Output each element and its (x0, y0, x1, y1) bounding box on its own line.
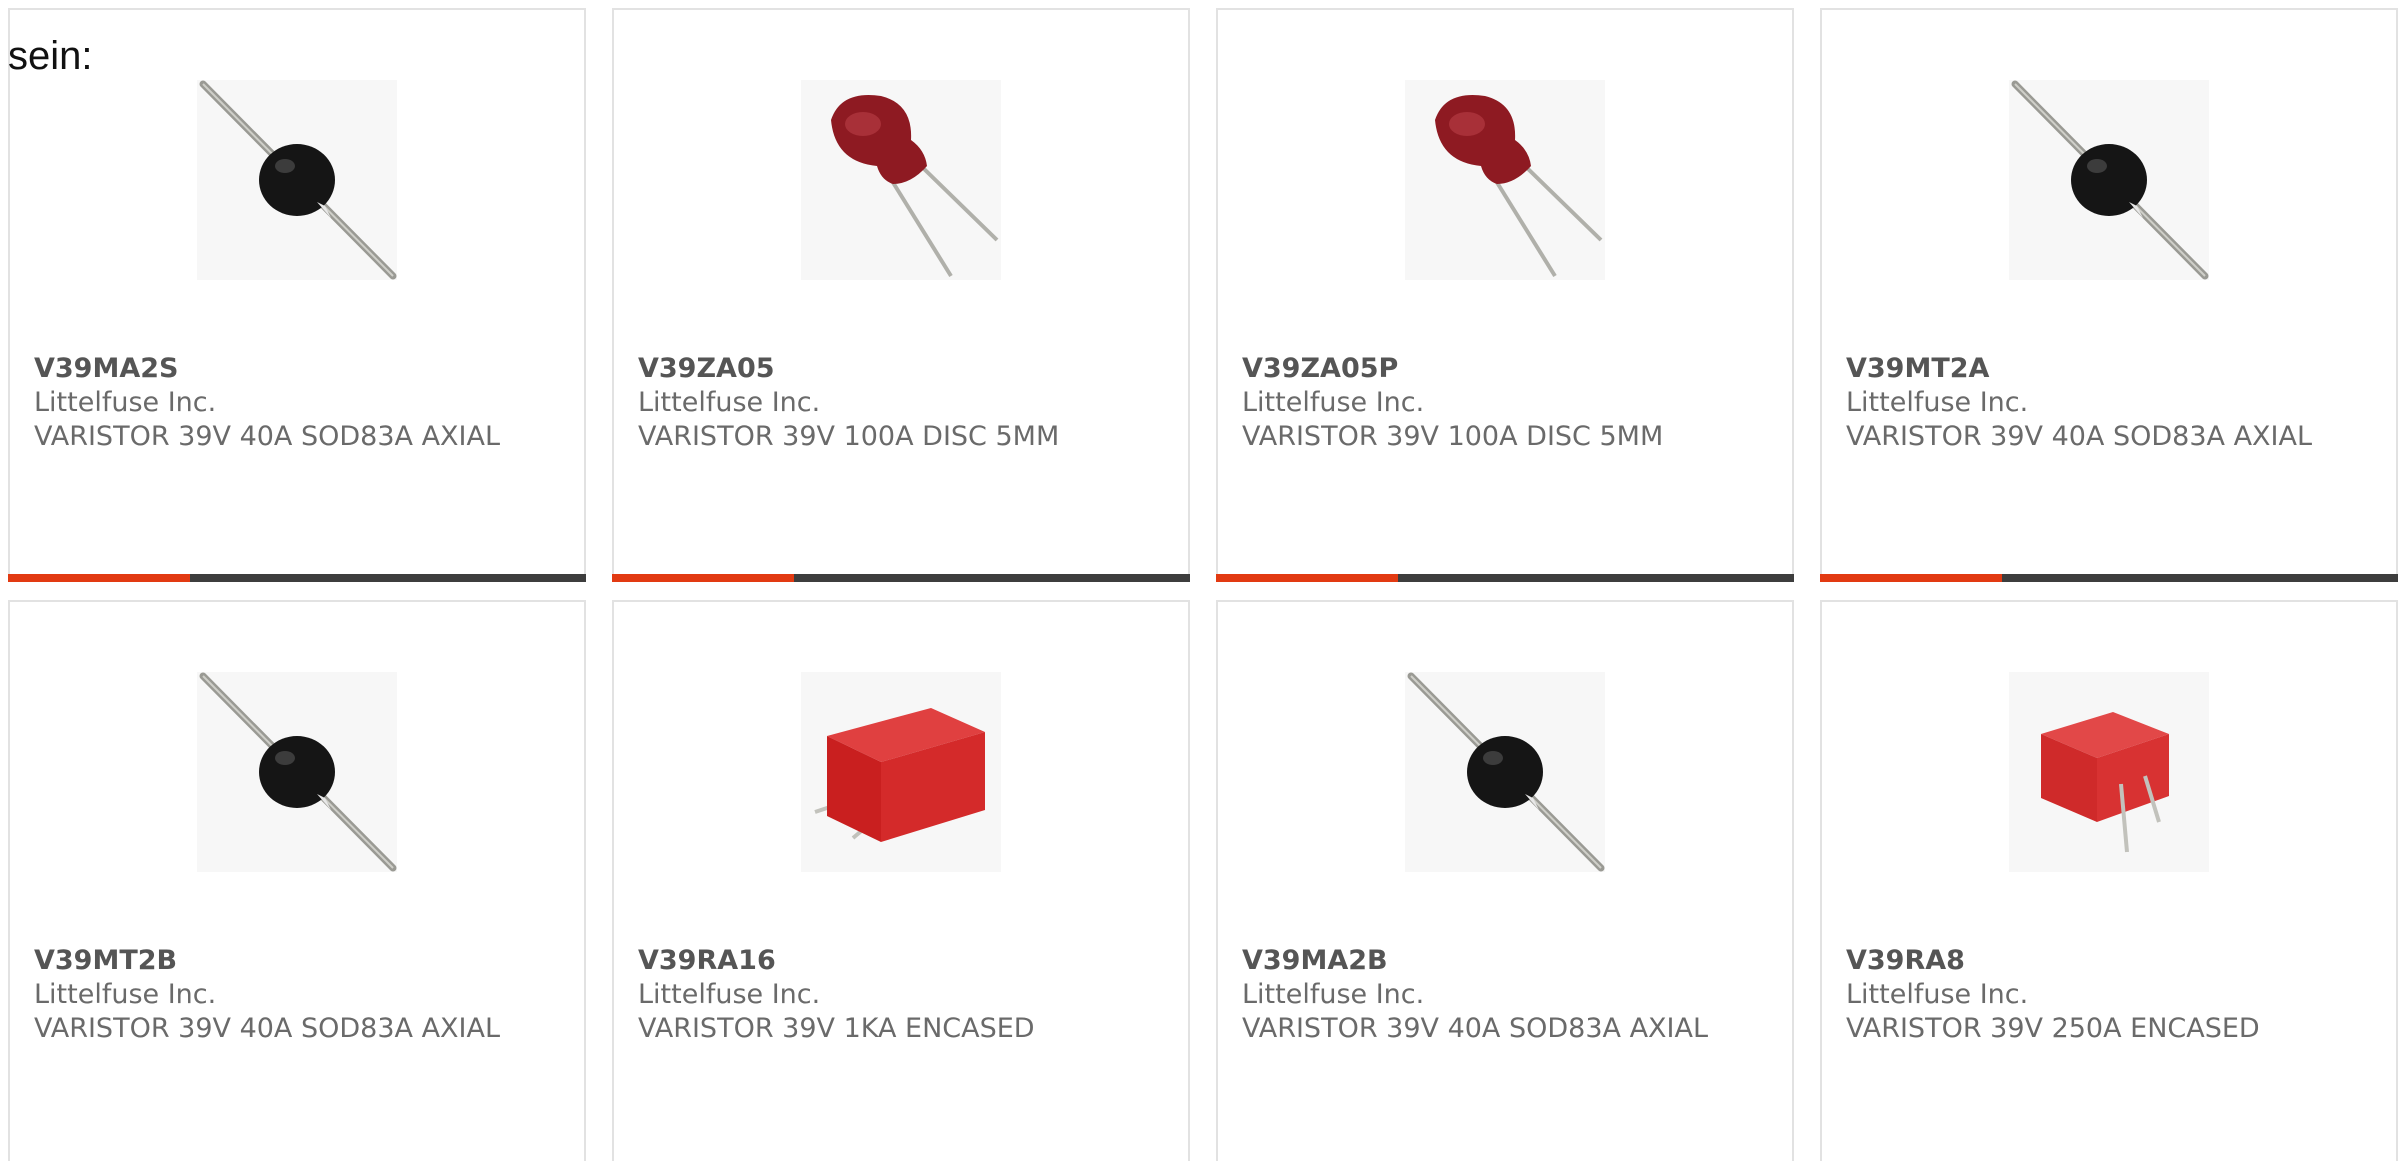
page: sein: V39MA2S Littelfuse Inc. VARISTOR 3… (0, 0, 2400, 1161)
product-info: V39ZA05 Littelfuse Inc. VARISTOR 39V 100… (638, 352, 1118, 454)
manufacturer: Littelfuse Inc. (1846, 387, 2029, 418)
description: VARISTOR 39V 40A SOD83A AXIAL (1242, 1013, 1709, 1044)
product-info: V39RA16 Littelfuse Inc. VARISTOR 39V 1KA… (638, 944, 1118, 1046)
product-info: V39RA8 Littelfuse Inc. VARISTOR 39V 250A… (1846, 944, 2326, 1046)
product-info: V39MT2A Littelfuse Inc. VARISTOR 39V 40A… (1846, 352, 2326, 454)
manufacturer: Littelfuse Inc. (638, 387, 821, 418)
disc-varistor-image[interactable] (1405, 80, 1605, 280)
product-card[interactable]: V39ZA05 Littelfuse Inc. VARISTOR 39V 100… (612, 8, 1190, 582)
description: VARISTOR 39V 1KA ENCASED (638, 1013, 1035, 1044)
disc-varistor-image[interactable] (801, 80, 1001, 280)
product-card[interactable]: V39MA2S Littelfuse Inc. VARISTOR 39V 40A… (8, 8, 586, 582)
product-card[interactable]: V39MA2B Littelfuse Inc. VARISTOR 39V 40A… (1216, 600, 1794, 1161)
part-number-link[interactable]: V39ZA05 (638, 352, 1118, 386)
product-info: V39MT2B Littelfuse Inc. VARISTOR 39V 40A… (34, 944, 514, 1046)
product-info: V39MA2B Littelfuse Inc. VARISTOR 39V 40A… (1242, 944, 1722, 1046)
manufacturer: Littelfuse Inc. (1242, 387, 1425, 418)
product-info: V39MA2S Littelfuse Inc. VARISTOR 39V 40A… (34, 352, 514, 454)
product-card[interactable]: V39MT2B Littelfuse Inc. VARISTOR 39V 40A… (8, 600, 586, 1161)
description: VARISTOR 39V 40A SOD83A AXIAL (34, 421, 501, 452)
description: VARISTOR 39V 250A ENCASED (1846, 1013, 2260, 1044)
part-number-link[interactable]: V39MT2B (34, 944, 514, 978)
card-bar-accent (1820, 574, 2002, 582)
axial-varistor-image[interactable] (197, 672, 397, 872)
axial-varistor-image[interactable] (197, 80, 397, 280)
manufacturer: Littelfuse Inc. (34, 979, 217, 1010)
encased-small-varistor-image[interactable] (2009, 672, 2209, 872)
description: VARISTOR 39V 100A DISC 5MM (638, 421, 1060, 452)
axial-varistor-image[interactable] (2009, 80, 2209, 280)
part-number-link[interactable]: V39MA2B (1242, 944, 1722, 978)
card-bottom-bar (8, 574, 586, 582)
product-card[interactable]: V39RA8 Littelfuse Inc. VARISTOR 39V 250A… (1820, 600, 2398, 1161)
card-bottom-bar (1216, 574, 1794, 582)
part-number-link[interactable]: V39MA2S (34, 352, 514, 386)
product-info: V39ZA05P Littelfuse Inc. VARISTOR 39V 10… (1242, 352, 1722, 454)
card-bar-accent (8, 574, 190, 582)
card-bottom-bar (612, 574, 1190, 582)
description: VARISTOR 39V 40A SOD83A AXIAL (34, 1013, 501, 1044)
part-number-link[interactable]: V39RA16 (638, 944, 1118, 978)
description: VARISTOR 39V 40A SOD83A AXIAL (1846, 421, 2313, 452)
part-number-link[interactable]: V39ZA05P (1242, 352, 1722, 386)
product-grid: V39MA2S Littelfuse Inc. VARISTOR 39V 40A… (8, 8, 2398, 1161)
encased-varistor-image[interactable] (801, 672, 1001, 872)
card-bar-accent (1216, 574, 1398, 582)
product-card[interactable]: V39MT2A Littelfuse Inc. VARISTOR 39V 40A… (1820, 8, 2398, 582)
part-number-link[interactable]: V39MT2A (1846, 352, 2326, 386)
card-bar-accent (612, 574, 794, 582)
manufacturer: Littelfuse Inc. (1846, 979, 2029, 1010)
product-card[interactable]: V39RA16 Littelfuse Inc. VARISTOR 39V 1KA… (612, 600, 1190, 1161)
description: VARISTOR 39V 100A DISC 5MM (1242, 421, 1664, 452)
card-bottom-bar (1820, 574, 2398, 582)
axial-varistor-image[interactable] (1405, 672, 1605, 872)
intro-text: sein: (8, 34, 93, 78)
product-card[interactable]: V39ZA05P Littelfuse Inc. VARISTOR 39V 10… (1216, 8, 1794, 582)
manufacturer: Littelfuse Inc. (1242, 979, 1425, 1010)
manufacturer: Littelfuse Inc. (638, 979, 821, 1010)
manufacturer: Littelfuse Inc. (34, 387, 217, 418)
part-number-link[interactable]: V39RA8 (1846, 944, 2326, 978)
